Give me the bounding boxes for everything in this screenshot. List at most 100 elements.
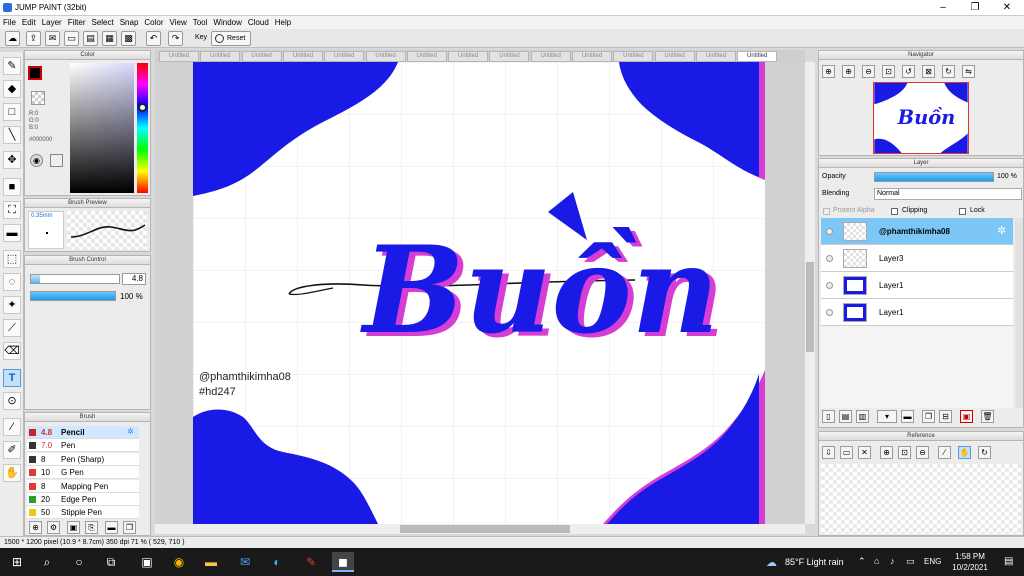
ref-hand-icon[interactable]: ✋ xyxy=(958,446,971,459)
duplicate-brush-icon[interactable]: ❐ xyxy=(123,521,136,534)
ref-open-icon[interactable]: ▭ xyxy=(840,446,853,459)
document-tab[interactable]: Untitled xyxy=(241,51,282,62)
clipping-checkbox[interactable] xyxy=(891,208,898,215)
document-tab[interactable]: Untitled xyxy=(572,51,612,62)
brush-size-slider[interactable] xyxy=(30,274,120,284)
ref-zoom-out-icon[interactable]: ⊖ xyxy=(916,446,929,459)
search-icon[interactable]: ⌕ xyxy=(36,552,58,572)
layer-visibility-icon[interactable] xyxy=(826,255,833,262)
new-text-layer-icon[interactable]: ▥ xyxy=(856,410,869,423)
reference-view[interactable] xyxy=(821,464,1021,534)
horizontal-scroll-thumb[interactable] xyxy=(400,525,570,533)
document-tab[interactable]: Untitled xyxy=(406,51,447,62)
ref-close-icon[interactable]: ✕ xyxy=(858,446,871,459)
brush-folder-icon[interactable]: ▬ xyxy=(105,521,118,534)
menu-color[interactable]: Color xyxy=(141,16,166,29)
vertical-scroll-thumb[interactable] xyxy=(806,262,814,352)
layer-row[interactable]: Layer1 xyxy=(821,299,1013,326)
flip-icon[interactable]: ⇋ xyxy=(962,65,975,78)
layer-row[interactable]: Layer3 xyxy=(821,245,1013,272)
lock-checkbox[interactable] xyxy=(959,208,966,215)
brush-opacity-slider[interactable] xyxy=(30,291,116,301)
brush-tool-icon[interactable]: ✎ xyxy=(3,57,21,75)
reset-button[interactable]: Reset xyxy=(211,31,251,46)
move-tool-icon[interactable]: ✥ xyxy=(3,151,21,169)
menu-select[interactable]: Select xyxy=(88,16,116,29)
brush-list-item[interactable]: 7.0 Pen xyxy=(27,439,139,453)
document-tab[interactable]: Untitled xyxy=(695,51,736,62)
new-brush-icon[interactable]: ▣ xyxy=(67,521,80,534)
vertical-scrollbar[interactable] xyxy=(805,62,815,524)
background-color-swatch[interactable] xyxy=(31,91,45,105)
blending-select[interactable]: Normal xyxy=(874,188,1022,200)
layer-mask-icon[interactable]: ▣ xyxy=(960,410,973,423)
foreground-color-swatch[interactable] xyxy=(28,66,42,80)
page-icon[interactable]: ▤ xyxy=(83,31,98,46)
ref-load-icon[interactable]: ⇩ xyxy=(822,446,835,459)
rotate-left-icon[interactable]: ↺ xyxy=(902,65,915,78)
new-raster-layer-icon[interactable]: ▤ xyxy=(839,410,852,423)
upload-icon[interactable]: ⇪ xyxy=(26,31,41,46)
task-view-icon[interactable]: ⧉ xyxy=(100,552,122,572)
cortana-icon[interactable]: ○ xyxy=(68,552,90,572)
fit-window-icon[interactable]: ⊡ xyxy=(882,65,895,78)
color-history-icon[interactable] xyxy=(50,154,63,167)
bucket-tool-icon[interactable]: ⛶ xyxy=(3,201,21,219)
copy-brush-icon[interactable]: ⎘ xyxy=(85,521,98,534)
zoom-out-icon[interactable]: ⊖ xyxy=(862,65,875,78)
magic-wand-tool-icon[interactable]: ✦ xyxy=(3,296,21,314)
network-icon[interactable]: ⌂ xyxy=(874,556,879,566)
document-tab[interactable]: Untitled xyxy=(737,51,778,62)
ref-zoom-in-icon[interactable]: ⊕ xyxy=(880,446,893,459)
layer-type-dropdown[interactable]: ▾ xyxy=(877,410,897,423)
edge-icon[interactable]: ◐ xyxy=(266,552,288,572)
pen-tool-icon[interactable]: ✐ xyxy=(3,441,21,459)
layer-visibility-icon[interactable] xyxy=(826,309,833,316)
eyedropper-tool-icon[interactable]: ⁄ xyxy=(3,418,21,436)
grid-icon[interactable]: ▩ xyxy=(121,31,136,46)
document-tab[interactable]: Untitled xyxy=(200,51,241,62)
reset-view-icon[interactable]: ⊠ xyxy=(922,65,935,78)
brush-list-item[interactable]: 8 Mapping Pen xyxy=(27,479,139,493)
weather-text[interactable]: 85°F Light rain xyxy=(785,557,844,567)
layer-visibility-icon[interactable] xyxy=(826,228,833,235)
menu-edit[interactable]: Edit xyxy=(19,16,39,29)
merge-layer-icon[interactable]: ⊟ xyxy=(939,410,952,423)
ref-eyedropper-icon[interactable]: ⁄ xyxy=(938,446,951,459)
fill-rect-tool-icon[interactable]: ■ xyxy=(3,178,21,196)
duplicate-layer-icon[interactable]: ❐ xyxy=(922,410,935,423)
select-pen-tool-icon[interactable]: ⟋ xyxy=(3,319,21,337)
document-tab[interactable]: Untitled xyxy=(159,51,199,62)
redo-icon[interactable]: ↷ xyxy=(168,31,183,46)
document-tab[interactable]: Untitled xyxy=(282,51,323,62)
new-layer-icon[interactable]: ▯ xyxy=(822,410,835,423)
brush-list-item[interactable]: 50 Stipple Pen xyxy=(27,506,139,520)
notification-icon[interactable]: ▤ xyxy=(1004,556,1013,567)
select-rect-tool-icon[interactable]: ⬚ xyxy=(3,250,21,268)
undo-icon[interactable]: ↶ xyxy=(146,31,161,46)
line-tool-icon[interactable]: ╲ xyxy=(3,126,21,144)
brush-size-input[interactable]: 4.8 xyxy=(122,273,146,285)
zoom-in-icon[interactable]: ⊕ xyxy=(842,65,855,78)
battery-icon[interactable]: ▭ xyxy=(906,556,915,567)
layer-visibility-icon[interactable] xyxy=(826,282,833,289)
layer-opacity-slider[interactable] xyxy=(874,172,994,182)
weather-icon[interactable]: ☁ xyxy=(766,556,780,569)
windows-start-icon[interactable]: ⊞ xyxy=(6,552,28,572)
hue-slider[interactable] xyxy=(137,63,148,193)
tray-overflow-icon[interactable]: ⌃ xyxy=(858,556,866,567)
gradient-tool-icon[interactable]: ▬ xyxy=(3,224,21,242)
menu-window[interactable]: Window xyxy=(210,16,244,29)
hue-slider-thumb[interactable] xyxy=(138,103,147,112)
rotate-right-icon[interactable]: ↻ xyxy=(942,65,955,78)
color-wheel-icon[interactable]: ◉ xyxy=(30,154,43,167)
comment-icon[interactable]: ✉ xyxy=(45,31,60,46)
language-indicator[interactable]: ENG xyxy=(924,557,941,566)
brush-settings-gear-icon[interactable]: ✲ xyxy=(127,427,134,436)
film-icon[interactable]: ▦ xyxy=(102,31,117,46)
menu-cloud[interactable]: Cloud xyxy=(245,16,272,29)
select-eraser-tool-icon[interactable]: ⌫ xyxy=(3,342,21,360)
menu-file[interactable]: File xyxy=(0,16,19,29)
protect-alpha-checkbox[interactable] xyxy=(823,208,830,215)
document-tab[interactable]: Untitled xyxy=(654,51,695,62)
